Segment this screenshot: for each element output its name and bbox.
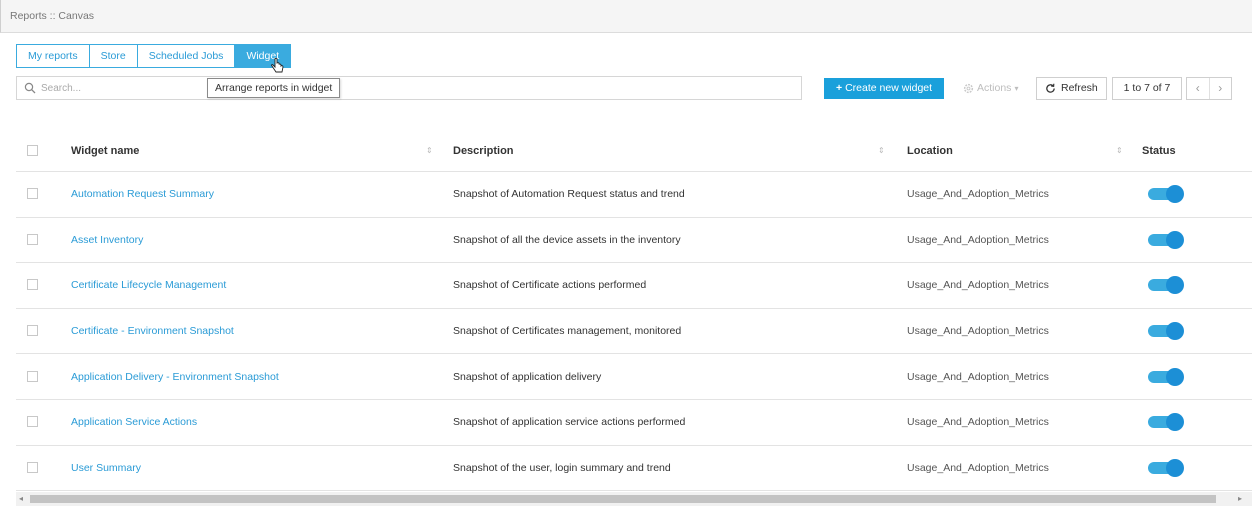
status-cell — [1142, 354, 1184, 399]
widget-name-link[interactable]: Certificate - Environment Snapshot — [71, 309, 234, 354]
plus-icon: + — [835, 82, 843, 94]
widget-name-link[interactable]: Application Delivery - Environment Snaps… — [71, 354, 279, 399]
toggle-knob — [1166, 276, 1184, 295]
refresh-icon — [1046, 83, 1055, 93]
toggle-knob — [1166, 413, 1184, 432]
widget-description: Snapshot of application service actions … — [453, 416, 686, 429]
row-checkbox[interactable] — [27, 461, 38, 473]
widget-name-link[interactable]: User Summary — [71, 446, 141, 491]
widgets-table: Widget name ⇕ Description ⇕ Location ⇕ S… — [16, 130, 1252, 492]
widget-description: Snapshot of application delivery — [453, 370, 602, 383]
status-cell — [1142, 263, 1184, 308]
column-header-status[interactable]: Status — [1142, 130, 1176, 171]
status-toggle[interactable] — [1148, 322, 1184, 341]
table-header-row: Widget name ⇕ Description ⇕ Location ⇕ S… — [16, 130, 1252, 172]
table-row: Application Delivery - Environment Snaps… — [16, 354, 1252, 400]
gear-icon — [963, 83, 974, 94]
hand-cursor-icon — [271, 58, 284, 73]
status-toggle[interactable] — [1148, 276, 1184, 295]
actions-dropdown[interactable]: Actions ▾ — [957, 78, 1031, 99]
status-cell — [1142, 172, 1184, 217]
scroll-left-arrow-icon[interactable]: ◂ — [19, 494, 23, 503]
widget-location: Usage_And_Adoption_Metrics — [907, 233, 1049, 246]
table-row: Certificate Lifecycle Management Snapsho… — [16, 263, 1252, 309]
column-header-widget-name[interactable]: Widget name — [71, 130, 139, 171]
toggle-knob — [1166, 367, 1184, 386]
widget-location: Usage_And_Adoption_Metrics — [907, 188, 1049, 201]
toggle-knob — [1166, 322, 1184, 341]
status-cell — [1142, 400, 1184, 445]
column-header-location[interactable]: Location — [907, 130, 953, 171]
status-toggle[interactable] — [1148, 413, 1184, 432]
widget-location: Usage_And_Adoption_Metrics — [907, 279, 1049, 292]
table-row: Automation Request Summary Snapshot of A… — [16, 172, 1252, 218]
sort-icon[interactable]: ⇕ — [426, 130, 433, 171]
tooltip: Arrange reports in widget — [207, 78, 341, 98]
tab-my-reports[interactable]: My reports — [16, 44, 89, 68]
widget-location: Usage_And_Adoption_Metrics — [907, 370, 1049, 383]
row-checkbox[interactable] — [27, 233, 38, 245]
tab-bar: My reports Store Scheduled Jobs Widget — [16, 44, 292, 68]
actions-label: Actions — [977, 82, 1012, 94]
toggle-knob — [1166, 185, 1184, 204]
widget-description: Snapshot of the user, login summary and … — [453, 461, 671, 474]
next-page-button[interactable]: › — [1210, 78, 1232, 99]
widget-name-link[interactable]: Asset Inventory — [71, 218, 143, 263]
widget-location: Usage_And_Adoption_Metrics — [907, 416, 1049, 429]
refresh-label: Refresh — [1061, 82, 1098, 94]
tab-store[interactable]: Store — [88, 44, 137, 68]
table-row: User Summary Snapshot of the user, login… — [16, 446, 1252, 492]
create-new-widget-button[interactable]: + Create new widget — [824, 78, 944, 99]
column-header-description[interactable]: Description — [453, 130, 514, 171]
table-row: Certificate - Environment Snapshot Snaps… — [16, 309, 1252, 355]
status-cell — [1142, 218, 1184, 263]
refresh-button[interactable]: Refresh — [1036, 77, 1107, 100]
select-all-checkbox[interactable] — [27, 144, 38, 156]
table-row: Asset Inventory Snapshot of all the devi… — [16, 218, 1252, 264]
scroll-right-arrow-icon[interactable]: ▸ — [1238, 494, 1242, 503]
scrollbar-thumb[interactable] — [30, 495, 1216, 503]
prev-page-button[interactable]: ‹ — [1187, 78, 1210, 99]
pagination-info: 1 to 7 of 7 — [1112, 77, 1182, 100]
create-new-widget-label: Create new widget — [845, 82, 933, 94]
row-checkbox[interactable] — [27, 325, 38, 337]
search-box — [16, 76, 802, 100]
caret-down-icon: ▾ — [1014, 84, 1019, 93]
status-toggle[interactable] — [1148, 458, 1184, 477]
sort-icon[interactable]: ⇕ — [878, 130, 885, 171]
table-row: Application Service Actions Snapshot of … — [16, 400, 1252, 446]
search-input[interactable] — [41, 80, 211, 96]
toggle-knob — [1166, 230, 1184, 249]
widget-description: Snapshot of Certificate actions performe… — [453, 279, 647, 292]
widget-description: Snapshot of all the device assets in the… — [453, 233, 681, 246]
status-toggle[interactable] — [1148, 367, 1184, 386]
widget-location: Usage_And_Adoption_Metrics — [907, 325, 1049, 338]
sort-icon[interactable]: ⇕ — [1116, 130, 1123, 171]
status-toggle[interactable] — [1148, 230, 1184, 249]
toggle-knob — [1166, 458, 1184, 477]
row-checkbox[interactable] — [27, 279, 38, 291]
tab-scheduled-jobs[interactable]: Scheduled Jobs — [136, 44, 235, 68]
row-checkbox[interactable] — [27, 370, 38, 382]
horizontal-scrollbar[interactable]: ◂ ▸ — [16, 492, 1252, 506]
widget-description: Snapshot of Certificates management, mon… — [453, 325, 682, 338]
search-icon — [24, 82, 36, 94]
breadcrumb: Reports :: Canvas — [10, 10, 95, 22]
widget-name-link[interactable]: Automation Request Summary — [71, 172, 214, 217]
status-toggle[interactable] — [1148, 185, 1184, 204]
widget-name-link[interactable]: Application Service Actions — [71, 400, 197, 445]
row-checkbox[interactable] — [27, 188, 38, 200]
status-cell — [1142, 446, 1184, 491]
widget-name-link[interactable]: Certificate Lifecycle Management — [71, 263, 226, 308]
status-cell — [1142, 309, 1184, 354]
row-checkbox[interactable] — [27, 416, 38, 428]
widget-description: Snapshot of Automation Request status an… — [453, 188, 685, 201]
pagination-controls: ‹ › — [1186, 77, 1232, 100]
widget-location: Usage_And_Adoption_Metrics — [907, 461, 1049, 474]
top-bar: Reports :: Canvas — [0, 0, 1252, 33]
